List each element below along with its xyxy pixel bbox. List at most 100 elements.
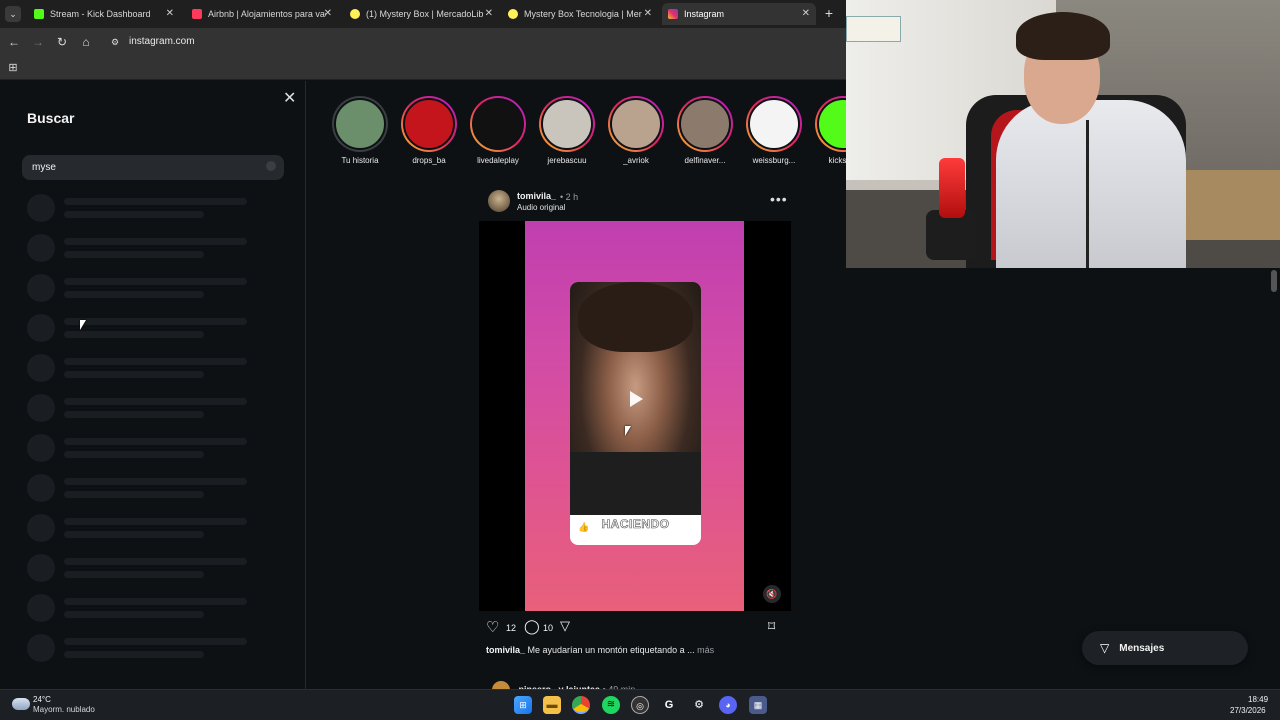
post-actions: ♡ 12 ◯ 10 ▽ ⌑ [486, 618, 786, 638]
text-placeholder [64, 611, 204, 618]
tab-instagram[interactable]: Instagram ✕ [662, 3, 816, 25]
post-video[interactable]: 👍 HACIENDO 🔇 [479, 221, 791, 611]
story-item[interactable]: kickstr... [813, 96, 846, 165]
search-result-skeleton [27, 554, 257, 584]
story-item[interactable]: livedaleplay [468, 96, 528, 165]
story-username: livedaleplay [477, 156, 519, 165]
file-explorer-icon[interactable]: ▬ [543, 696, 561, 714]
likes-count[interactable]: 12 [506, 623, 516, 633]
tab-mercadolibre-2[interactable]: Mystery Box Tecnologia | Merca ✕ [502, 3, 658, 25]
calculator-icon[interactable]: ▦ [749, 696, 767, 714]
home-icon[interactable]: ⌂ [78, 34, 94, 50]
share-icon[interactable]: ▽ [560, 618, 570, 634]
search-result-skeleton [27, 434, 257, 464]
search-result-skeleton [27, 594, 257, 624]
weather-temperature[interactable]: 24°C [33, 695, 51, 704]
text-placeholder [64, 491, 204, 498]
apps-grid-icon[interactable]: ⊞ [5, 60, 21, 76]
back-icon[interactable]: ← [6, 34, 22, 50]
chrome-icon[interactable] [572, 696, 590, 714]
search-input[interactable] [22, 155, 284, 180]
messages-icon: ▽ [1100, 641, 1110, 655]
search-title: Buscar [27, 110, 75, 126]
story-username: weissburg... [752, 156, 796, 165]
story-ring [470, 96, 526, 152]
search-result-skeleton [27, 314, 257, 344]
text-placeholder [64, 518, 247, 525]
tab-label: (1) Mystery Box | MercadoLibre [366, 9, 484, 19]
url-field[interactable]: instagram.com [129, 36, 195, 47]
text-placeholder [64, 331, 204, 338]
close-tab-icon[interactable]: ✕ [324, 8, 332, 19]
avatar [817, 98, 846, 150]
post-username[interactable]: tomivila_ [517, 191, 556, 201]
tab-airbnb[interactable]: Airbnb | Alojamientos para vaca ✕ [186, 3, 338, 25]
spotify-icon[interactable]: ≋ [602, 696, 620, 714]
close-search-icon[interactable]: ✕ [283, 88, 296, 108]
caption-more-link[interactable]: más [697, 645, 714, 655]
mute-icon[interactable]: 🔇 [763, 585, 781, 603]
forward-icon[interactable]: → [30, 34, 46, 50]
instagram-icon [668, 9, 678, 19]
story-username: _avriok [623, 156, 649, 165]
clear-search-icon[interactable] [266, 161, 276, 171]
weather-description[interactable]: Mayorm. nublado [33, 705, 95, 714]
tab-list-button[interactable]: ⌄ [5, 6, 21, 22]
close-tab-icon[interactable]: ✕ [802, 8, 810, 19]
avatar-placeholder [27, 634, 55, 662]
clock-time[interactable]: 18:49 [1248, 695, 1268, 704]
search-result-skeleton [27, 514, 257, 544]
avatar-placeholder [27, 474, 55, 502]
search-result-skeleton [27, 634, 257, 664]
story-item[interactable]: _avriok [606, 96, 666, 165]
text-placeholder [64, 278, 247, 285]
scrollbar[interactable] [1271, 270, 1277, 292]
avatar [610, 98, 662, 150]
story-item[interactable]: jerebascuu [537, 96, 597, 165]
post-audio[interactable]: Audio original [517, 203, 565, 212]
search-result-skeleton [27, 234, 257, 264]
post-caption: tomivila_ Me ayudarían un montón etiquet… [486, 645, 714, 655]
app-g-icon[interactable]: G [660, 696, 678, 714]
comment-icon[interactable]: ◯ [524, 618, 540, 635]
comments-count[interactable]: 10 [543, 623, 553, 633]
webcam-hair [1016, 12, 1110, 60]
play-icon[interactable] [630, 391, 643, 407]
tab-label: Stream - Kick Dashboard [50, 9, 151, 19]
new-tab-button[interactable]: + [821, 5, 837, 21]
story-username: jerebascuu [547, 156, 587, 165]
tab-kick-dashboard[interactable]: Stream - Kick Dashboard ✕ [28, 3, 180, 25]
settings-icon[interactable]: ⚙ [690, 696, 708, 714]
clock-date[interactable]: 27/3/2026 [1230, 706, 1266, 715]
save-icon[interactable]: ⌑ [768, 618, 775, 635]
discord-icon[interactable]: ◕ [719, 696, 737, 714]
text-placeholder [64, 411, 204, 418]
caption-username[interactable]: tomivila_ [486, 645, 525, 655]
story-ring [539, 96, 595, 152]
post-time: • 2 h [560, 192, 579, 202]
tab-mercadolibre-1[interactable]: (1) Mystery Box | MercadoLibre ✕ [344, 3, 499, 25]
like-icon[interactable]: ♡ [486, 618, 499, 636]
post-header: tomivila_ • 2 h Audio original ••• [486, 188, 790, 216]
story-item[interactable]: delfinaver... [675, 96, 735, 165]
cloud-icon[interactable] [12, 698, 30, 710]
story-item[interactable]: drops_ba [399, 96, 459, 165]
story-item[interactable]: Tu historia [330, 96, 390, 165]
windows-start-icon[interactable]: ⊞ [514, 696, 532, 714]
text-placeholder [64, 531, 204, 538]
close-tab-icon[interactable]: ✕ [485, 8, 493, 19]
more-options-icon[interactable]: ••• [770, 191, 788, 207]
webcam-zipper [1086, 120, 1089, 268]
obs-icon[interactable]: ◎ [631, 696, 649, 714]
messages-button[interactable]: ▽ Mensajes [1082, 631, 1248, 665]
reload-icon[interactable]: ↻ [54, 34, 70, 50]
avatar-placeholder [27, 314, 55, 342]
text-placeholder [64, 478, 247, 485]
story-ring [332, 96, 388, 152]
avatar-placeholder [27, 394, 55, 422]
story-item[interactable]: weissburg... [744, 96, 804, 165]
close-tab-icon[interactable]: ✕ [644, 8, 652, 19]
close-tab-icon[interactable]: ✕ [166, 8, 174, 19]
site-info-icon[interactable]: ⚙ [107, 34, 123, 50]
avatar[interactable] [488, 190, 510, 212]
